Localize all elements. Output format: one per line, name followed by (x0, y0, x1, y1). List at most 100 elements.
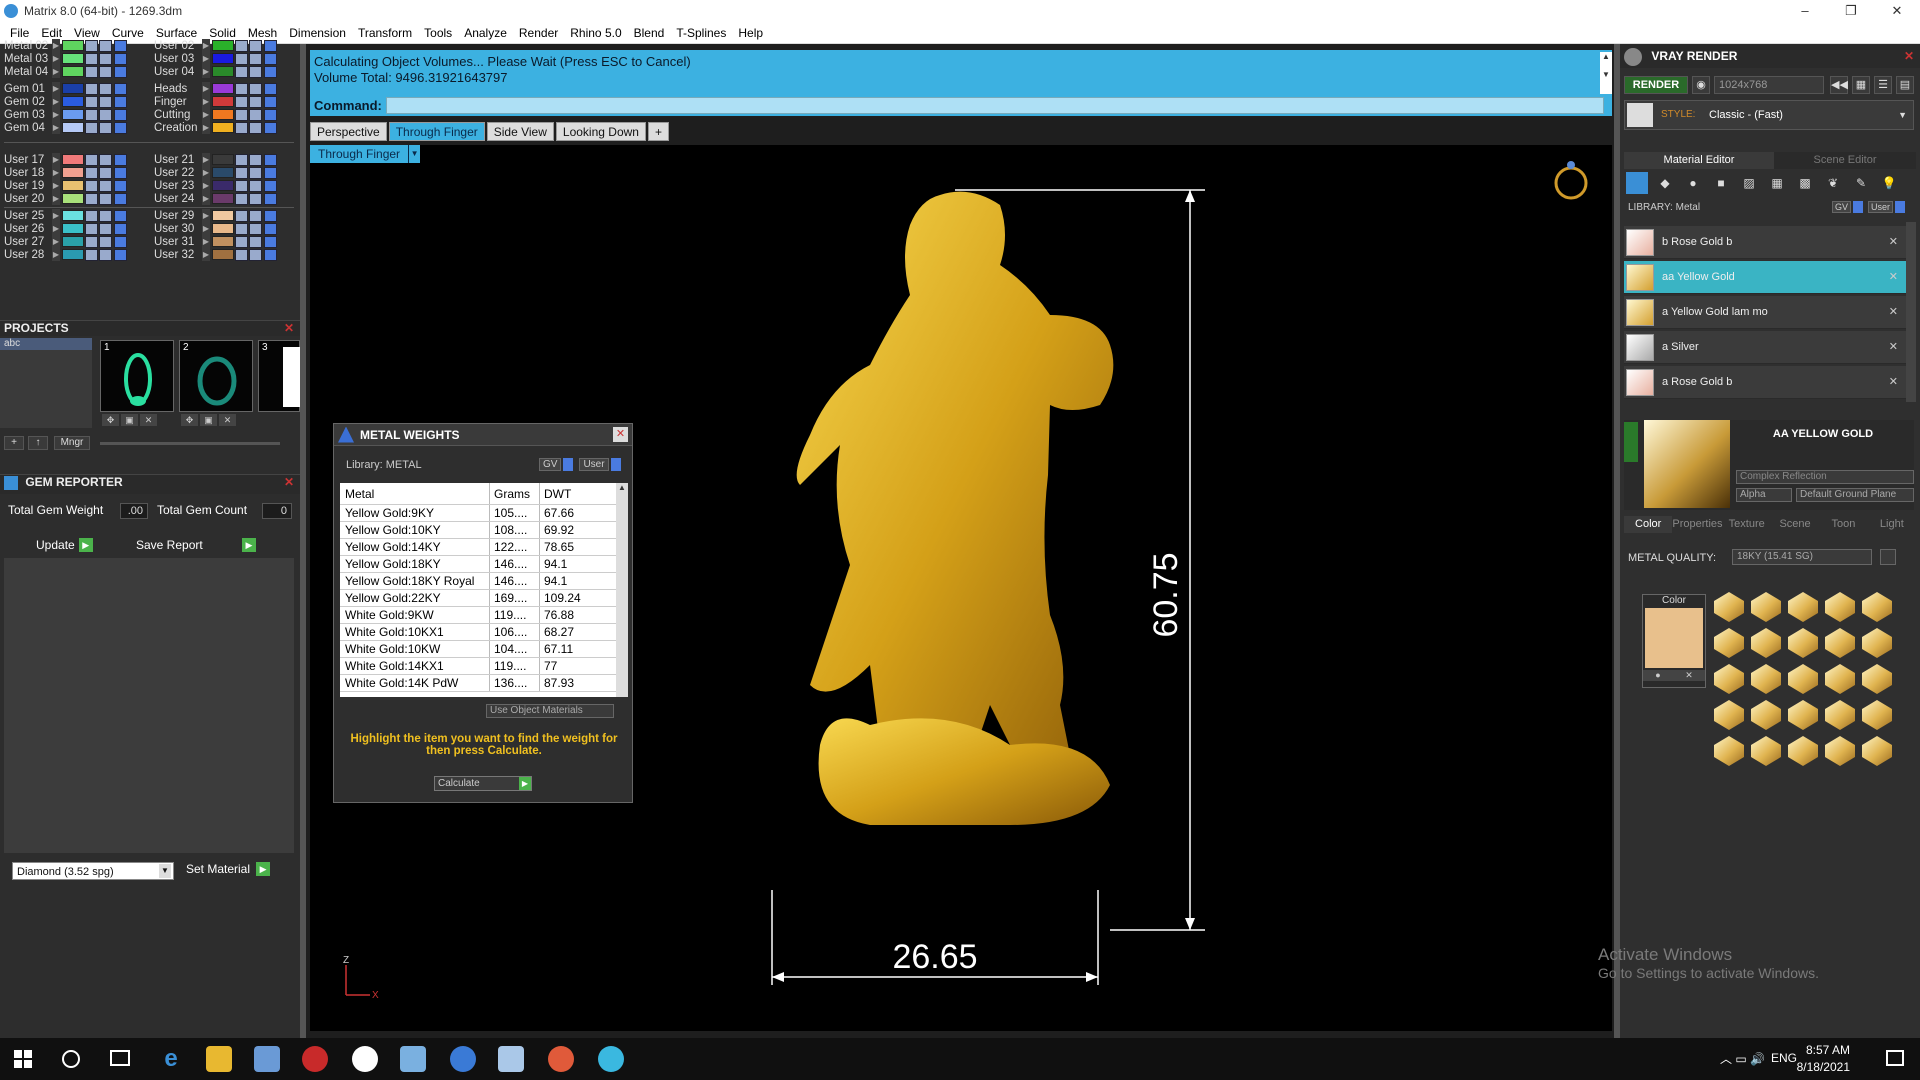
layer-lock-icon[interactable] (99, 235, 112, 248)
remove-material-icon[interactable]: ✕ (1889, 296, 1898, 329)
layer-color-swatch[interactable] (62, 180, 84, 191)
palette-icon[interactable]: ● (1655, 670, 1660, 681)
move-icon[interactable]: ✥ (181, 414, 198, 426)
menu-rhino-5-0[interactable]: Rhino 5.0 (564, 26, 627, 40)
notification-icon[interactable] (1886, 1050, 1904, 1066)
layer-current-icon[interactable] (264, 108, 277, 121)
layer-current-icon[interactable] (114, 192, 127, 205)
metal-preset-swatch[interactable] (1788, 736, 1818, 766)
layer-visible-icon[interactable] (85, 166, 98, 179)
metal-preset-swatch[interactable] (1788, 664, 1818, 694)
layer-visible-icon[interactable] (235, 153, 248, 166)
layer-visible-icon[interactable] (235, 209, 248, 222)
gem-type-icon[interactable]: ◆ (1654, 172, 1676, 194)
layer-current-icon[interactable] (264, 82, 277, 95)
column-header[interactable]: Metal (340, 483, 490, 504)
table-row[interactable]: White Gold:14KX1 119.... 77 (340, 658, 616, 675)
camera-icon[interactable]: ◉ (1692, 76, 1710, 94)
layer-visible-icon[interactable] (85, 121, 98, 134)
layer-visible-icon[interactable] (85, 95, 98, 108)
layer-color-swatch[interactable] (212, 96, 234, 107)
metal-preset-swatch[interactable] (1714, 700, 1744, 730)
save-icon[interactable]: ▣ (121, 414, 138, 426)
layer-lock-icon[interactable] (249, 179, 262, 192)
chrome-icon[interactable] (548, 1046, 574, 1072)
layer-color-swatch[interactable] (62, 40, 84, 51)
layer-lock-icon[interactable] (99, 166, 112, 179)
layer-lock-icon[interactable] (249, 95, 262, 108)
tab-texture[interactable]: Texture (1723, 516, 1771, 533)
layer-lock-icon[interactable] (99, 222, 112, 235)
layer-color-swatch[interactable] (62, 122, 84, 133)
up-project-button[interactable]: ↑ (28, 436, 48, 450)
layer-current-icon[interactable] (114, 52, 127, 65)
menu-analyze[interactable]: Analyze (458, 26, 513, 40)
layer-lock-icon[interactable] (99, 248, 112, 261)
layer-current-icon[interactable] (264, 95, 277, 108)
layer-current-icon[interactable] (264, 52, 277, 65)
layer-visible-icon[interactable] (235, 82, 248, 95)
layer-expand-icon[interactable]: ▶ (52, 192, 60, 205)
metal-preset-swatch[interactable] (1714, 628, 1744, 658)
layer-expand-icon[interactable]: ▶ (202, 65, 210, 78)
metal-preset-swatch[interactable] (1862, 592, 1892, 622)
layer-color-swatch[interactable] (212, 210, 234, 221)
ring-view-icon[interactable] (1554, 166, 1588, 200)
layer-current-icon[interactable] (264, 166, 277, 179)
layer-color-swatch[interactable] (62, 109, 84, 120)
layer-lock-icon[interactable] (249, 65, 262, 78)
metal-preset-swatch[interactable] (1751, 700, 1781, 730)
tab-properties[interactable]: Properties (1672, 516, 1722, 533)
tab-add[interactable]: + (647, 122, 669, 141)
tab-through-finger[interactable]: Through Finger (388, 122, 485, 141)
brush-type-icon[interactable]: ✎ (1850, 172, 1872, 194)
material-item[interactable]: a Yellow Gold lam mo ✕ (1624, 296, 1908, 329)
project-thumb-3[interactable]: 3 (258, 340, 301, 412)
layer-lock-icon[interactable] (249, 52, 262, 65)
use-object-materials-checkbox[interactable]: Use Object Materials (486, 704, 614, 718)
material-item[interactable]: a Silver ✕ (1624, 331, 1908, 364)
layer-color-swatch[interactable] (212, 167, 234, 178)
tab-light[interactable]: Light (1868, 516, 1916, 533)
color-picker[interactable]: Color ● ✕ (1642, 594, 1706, 688)
metal-preset-swatch[interactable] (1788, 628, 1818, 658)
metal-preset-swatch[interactable] (1751, 628, 1781, 658)
column-header[interactable]: Grams (490, 483, 540, 504)
metal-preset-swatch[interactable] (1788, 592, 1818, 622)
project-thumb-2[interactable]: 2 (179, 340, 253, 412)
layer-color-swatch[interactable] (62, 193, 84, 204)
layer-color-swatch[interactable] (62, 236, 84, 247)
app-icon[interactable] (254, 1046, 280, 1072)
table-row[interactable]: White Gold:14K PdW 136.... 87.93 (340, 675, 616, 692)
metal-preset-swatch[interactable] (1714, 592, 1744, 622)
table-row[interactable]: Yellow Gold:14KY 122.... 78.65 (340, 539, 616, 556)
layer-lock-icon[interactable] (249, 153, 262, 166)
layer-color-swatch[interactable] (212, 83, 234, 94)
layer-expand-icon[interactable]: ▶ (202, 121, 210, 134)
delete-icon[interactable]: ✕ (140, 414, 157, 426)
light-type-icon[interactable]: 💡 (1878, 172, 1900, 194)
layer-current-icon[interactable] (264, 65, 277, 78)
layer-lock-icon[interactable] (99, 95, 112, 108)
layer-visible-icon[interactable] (235, 95, 248, 108)
matrix-icon[interactable] (598, 1046, 624, 1072)
table-row[interactable]: White Gold:10KX1 106.... 68.27 (340, 624, 616, 641)
layer-current-icon[interactable] (114, 39, 127, 52)
file-explorer-icon[interactable] (206, 1046, 232, 1072)
project-item[interactable]: abc (0, 338, 92, 350)
metal-preset-swatch[interactable] (1788, 700, 1818, 730)
tab-side-view[interactable]: Side View (486, 122, 554, 141)
layer-visible-icon[interactable] (235, 121, 248, 134)
color-swatch[interactable] (1645, 608, 1703, 668)
gv-toggle[interactable]: GV (539, 458, 562, 471)
move-icon[interactable]: ✥ (102, 414, 119, 426)
table-row[interactable]: Yellow Gold:18KY Royal 146.... 94.1 (340, 573, 616, 590)
add-project-button[interactable]: + (4, 436, 24, 450)
layer-current-icon[interactable] (264, 179, 277, 192)
layer-current-icon[interactable] (264, 235, 277, 248)
layer-color-swatch[interactable] (212, 249, 234, 260)
list-icon[interactable]: ☰ (1874, 76, 1892, 94)
layer-lock-icon[interactable] (249, 121, 262, 134)
layer-visible-icon[interactable] (235, 166, 248, 179)
layer-lock-icon[interactable] (249, 39, 262, 52)
